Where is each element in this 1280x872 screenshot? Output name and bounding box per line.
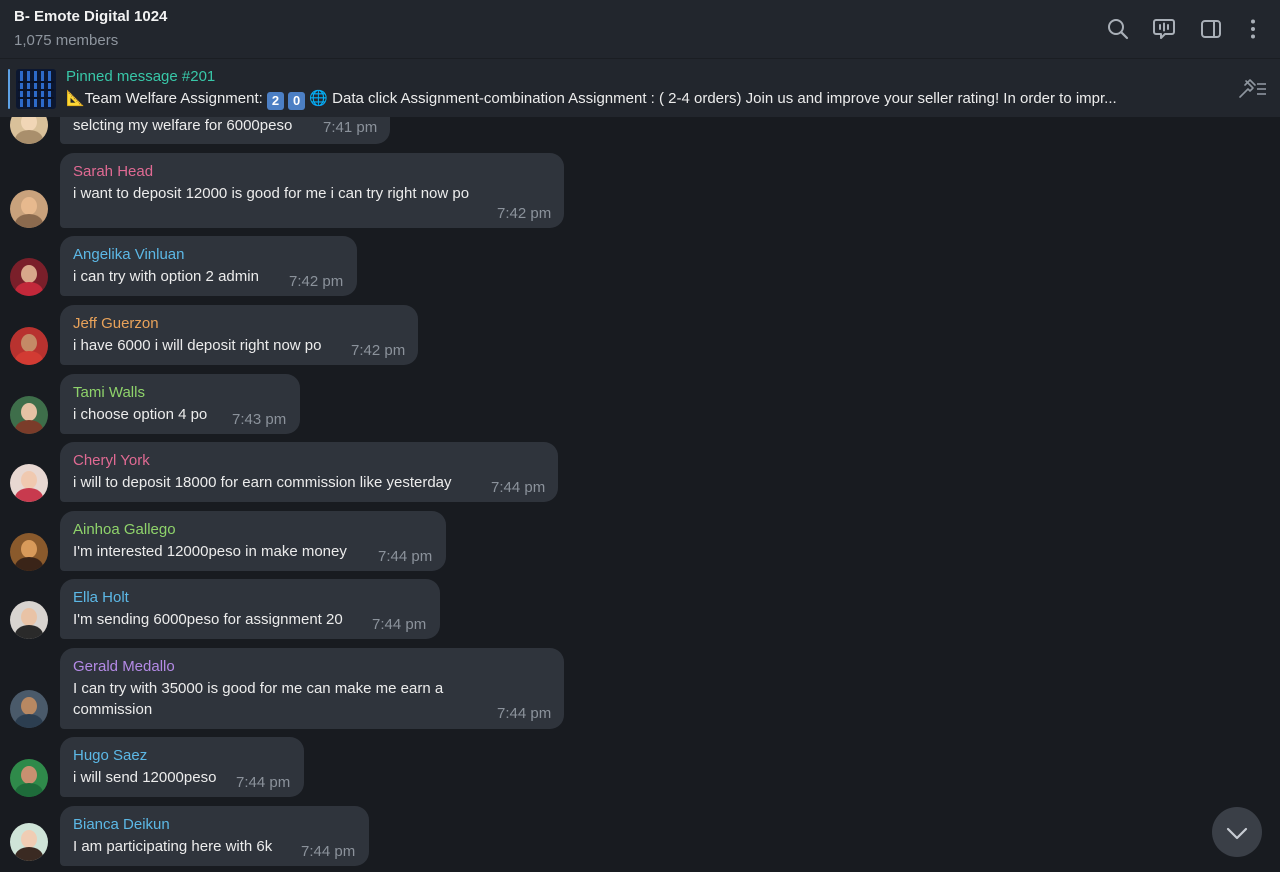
message-bubble[interactable]: Hugo Saez i will send 12000peso 7:44 pm [60, 737, 304, 797]
message-bubble[interactable]: Bianca Deikun I am participating here wi… [60, 806, 369, 866]
keycap-0-emoji: 0 [288, 92, 306, 110]
sender-name[interactable]: Jeff Guerzon [73, 315, 159, 332]
chat-header: B- Emote Digital 1024 1,075 members [0, 0, 1280, 58]
sender-name[interactable]: Ainhoa Gallego [73, 521, 176, 538]
message-list[interactable]: selcting my welfare for 6000peso 7:41 pm… [0, 117, 1280, 872]
message-time: 7:44 pm [301, 843, 356, 860]
message-time: 7:44 pm [236, 774, 291, 791]
pinned-text: 📐Team Welfare Assignment: 2 0 🌐 Data cli… [66, 89, 1216, 110]
chevron-down-icon [1226, 827, 1248, 840]
message-bubble[interactable]: Ainhoa Gallego I'm interested 12000peso … [60, 511, 446, 571]
sender-name[interactable]: Hugo Saez [73, 747, 147, 764]
message-bubble[interactable]: Angelika Vinluan i can try with option 2… [60, 236, 357, 296]
message-text: i can try with option 2 admin [73, 268, 259, 285]
live-stream-icon[interactable] [1152, 17, 1176, 41]
message-bubble[interactable]: Gerald Medallo I can try with 35000 is g… [60, 648, 564, 729]
message-time: 7:44 pm [378, 548, 433, 565]
message-text: I can try with 35000 is good for me can … [73, 680, 444, 697]
message-bubble[interactable]: Tami Walls i choose option 4 po 7:43 pm [60, 374, 300, 434]
message-text: I'm sending 6000peso for assignment 20 [73, 611, 343, 628]
keycap-2-emoji: 2 [266, 92, 284, 110]
sender-name[interactable]: Ella Holt [73, 589, 129, 606]
chat-title[interactable]: B- Emote Digital 1024 [14, 8, 167, 25]
message-text: selcting my welfare for 6000peso [73, 117, 293, 134]
message-text: I am participating here with 6k [73, 838, 273, 855]
sender-name[interactable]: Gerald Medallo [73, 658, 175, 675]
avatar[interactable] [10, 258, 48, 296]
message-time: 7:41 pm [323, 119, 378, 136]
message-bubble[interactable]: selcting my welfare for 6000peso 7:41 pm [60, 117, 390, 144]
pinned-indicator [8, 69, 10, 109]
avatar[interactable] [10, 690, 48, 728]
message-text: i choose option 4 po [73, 406, 208, 423]
message-time: 7:44 pm [491, 479, 546, 496]
message-bubble[interactable]: Sarah Head i want to deposit 12000 is go… [60, 153, 564, 228]
pinned-text-suffix: Data click Assignment-combination Assign… [328, 90, 1117, 107]
avatar[interactable] [10, 117, 48, 144]
message-text: i have 6000 i will deposit right now po [73, 337, 322, 354]
message-text-continued: commission [73, 701, 153, 718]
avatar[interactable] [10, 327, 48, 365]
message-time: 7:42 pm [289, 273, 344, 290]
message-bubble[interactable]: Cheryl York i will to deposit 18000 for … [60, 442, 558, 502]
more-options-icon[interactable] [1241, 17, 1265, 41]
avatar[interactable] [10, 601, 48, 639]
search-icon[interactable] [1106, 17, 1130, 41]
scroll-to-bottom-button[interactable] [1212, 807, 1262, 857]
member-count[interactable]: 1,075 members [14, 32, 118, 49]
sender-name[interactable]: Sarah Head [73, 163, 153, 180]
avatar[interactable] [10, 533, 48, 571]
chat-window: B- Emote Digital 1024 1,075 members Pinn… [0, 0, 1280, 872]
pinned-title: Pinned message #201 [66, 68, 216, 85]
message-time: 7:44 pm [372, 616, 427, 633]
message-time: 7:42 pm [497, 205, 552, 222]
message-text: i will send 12000peso [73, 769, 217, 786]
pinned-thumbnail [16, 69, 56, 109]
message-time: 7:42 pm [351, 342, 406, 359]
sidebar-toggle-icon[interactable] [1199, 17, 1223, 41]
unpin-icon[interactable] [1236, 78, 1268, 100]
avatar[interactable] [10, 396, 48, 434]
message-text: i will to deposit 18000 for earn commiss… [73, 474, 452, 491]
message-bubble[interactable]: Ella Holt I'm sending 6000peso for assig… [60, 579, 440, 639]
message-text: i want to deposit 12000 is good for me i… [73, 185, 470, 202]
message-text: I'm interested 12000peso in make money [73, 543, 347, 560]
pinned-text-prefix: 📐Team Welfare Assignment: [66, 90, 267, 107]
sender-name[interactable]: Bianca Deikun [73, 816, 170, 833]
avatar[interactable] [10, 190, 48, 228]
pinned-message-bar[interactable]: Pinned message #201 📐Team Welfare Assign… [0, 58, 1280, 117]
sender-name[interactable]: Cheryl York [73, 452, 150, 469]
message-time: 7:44 pm [497, 705, 552, 722]
sender-name[interactable]: Angelika Vinluan [73, 246, 184, 263]
avatar[interactable] [10, 759, 48, 797]
globe-emoji: 🌐 [309, 90, 329, 107]
sender-name[interactable]: Tami Walls [73, 384, 145, 401]
message-bubble[interactable]: Jeff Guerzon i have 6000 i will deposit … [60, 305, 418, 365]
avatar[interactable] [10, 464, 48, 502]
avatar[interactable] [10, 823, 48, 861]
message-time: 7:43 pm [232, 411, 287, 428]
